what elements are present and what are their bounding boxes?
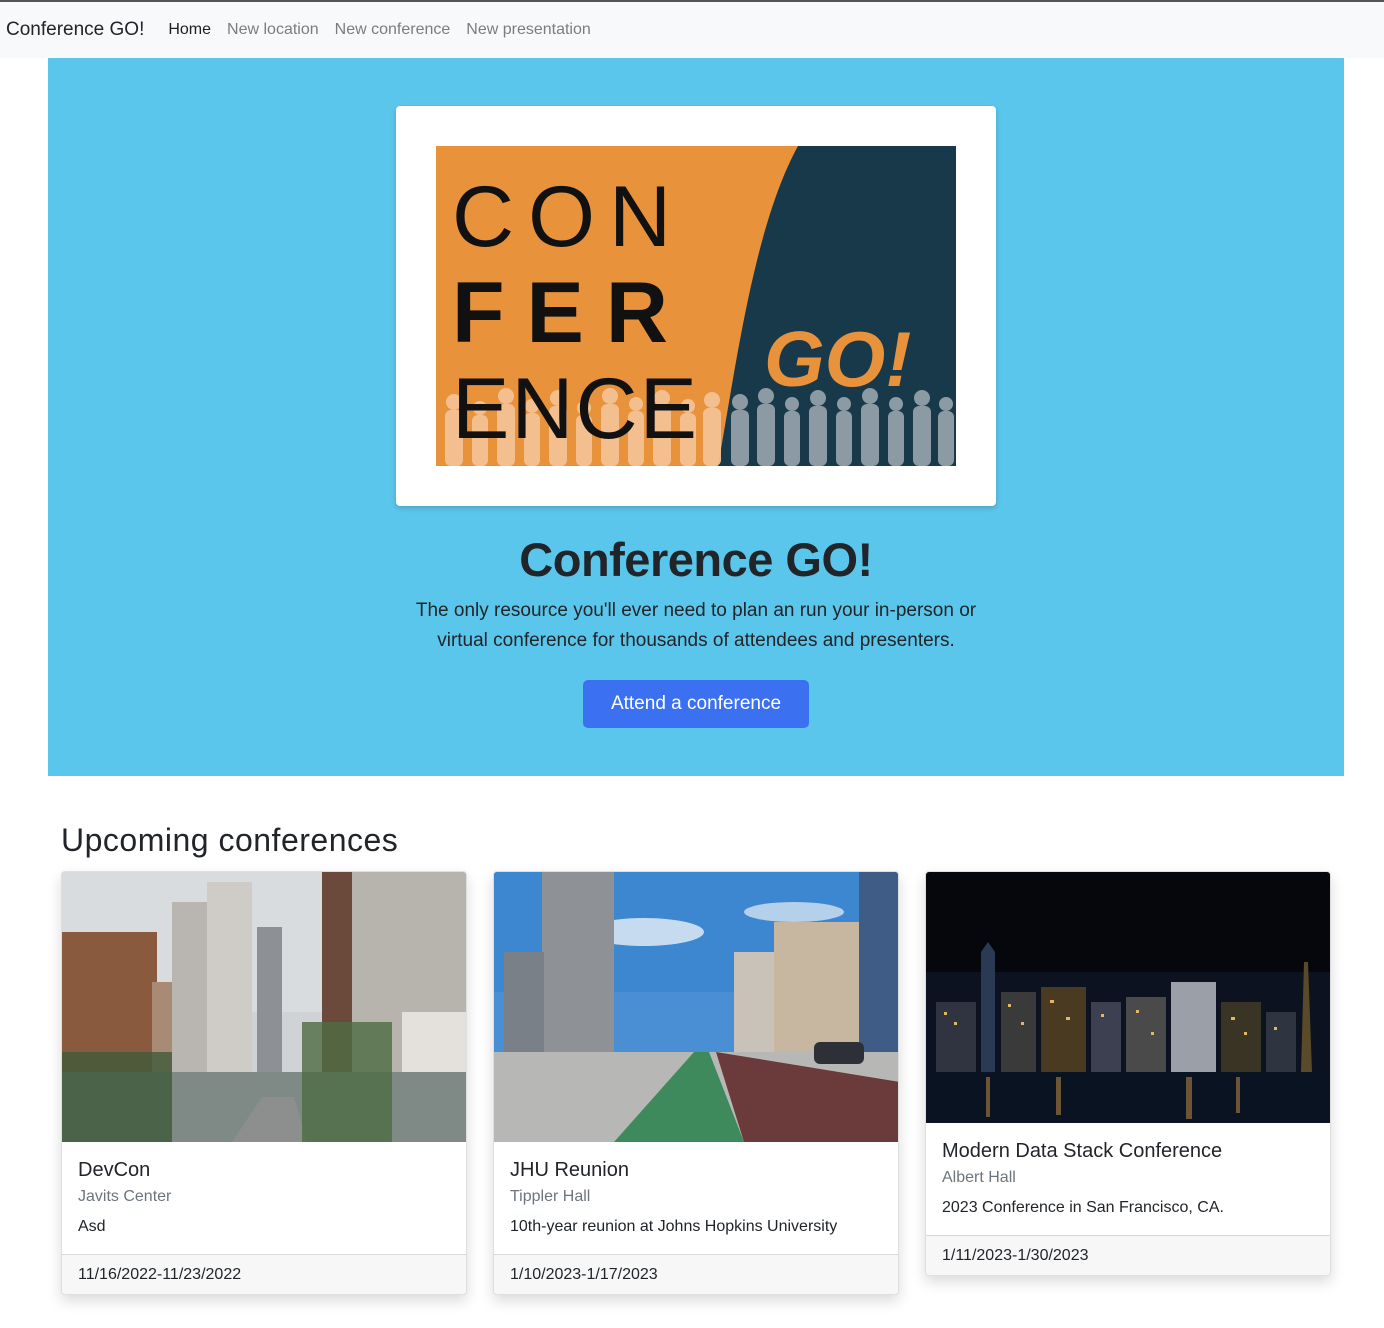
conference-name: DevCon	[78, 1159, 151, 1181]
conference-description: Asd	[78, 1218, 106, 1235]
conference-dates: 1/10/2023-1/17/2023	[494, 1254, 898, 1294]
nav-link-new-conference[interactable]: New conference	[335, 21, 451, 39]
logo-text-con: CON	[452, 169, 685, 265]
conference-card[interactable]: DevCon Javits Center Asd 11/16/2022-11/2…	[61, 871, 467, 1295]
nav-link-new-presentation[interactable]: New presentation	[466, 21, 591, 39]
nav-link-home[interactable]: Home	[168, 21, 211, 39]
conference-name: JHU Reunion	[510, 1159, 629, 1181]
conference-card[interactable]: Modern Data Stack Conference Albert Hall…	[925, 871, 1331, 1276]
conference-location: Tippler Hall	[510, 1188, 591, 1205]
hero-lead-text: The only resource you'll ever need to pl…	[415, 600, 977, 651]
conference-description: 10th-year reunion at Johns Hopkins Unive…	[510, 1218, 838, 1235]
conference-dates: 11/16/2022-11/23/2022	[62, 1254, 466, 1294]
logo-card: CON FER ENCE GO!	[396, 106, 996, 506]
conference-image-city-street	[62, 872, 466, 1142]
conference-image-harbor-walk	[494, 872, 898, 1142]
conference-card[interactable]: JHU Reunion Tippler Hall 10th-year reuni…	[493, 871, 899, 1295]
logo-text-ence: ENCE	[452, 361, 699, 457]
logo-text-go: GO!	[764, 315, 911, 403]
hero-banner: CON FER ENCE GO! Conference GO! The only…	[48, 58, 1344, 776]
attend-conference-button[interactable]: Attend a conference	[583, 680, 809, 728]
hero-title: Conference GO!	[519, 533, 873, 586]
conference-name: Modern Data Stack Conference	[942, 1140, 1223, 1162]
conference-dates: 1/11/2023-1/30/2023	[926, 1235, 1330, 1275]
nav-link-new-location[interactable]: New location	[227, 21, 319, 39]
navbar: Conference GO! Home New location New con…	[0, 2, 1384, 58]
conference-location: Albert Hall	[942, 1169, 1016, 1186]
conference-go-logo: CON FER ENCE GO!	[436, 146, 956, 466]
section-title-upcoming: Upcoming conferences	[61, 822, 399, 858]
navbar-brand[interactable]: Conference GO!	[6, 19, 144, 41]
conference-description: 2023 Conference in San Francisco, CA.	[942, 1199, 1224, 1216]
conference-location: Javits Center	[78, 1188, 172, 1205]
logo-text-fer: FER	[452, 265, 690, 361]
conference-image-night-skyline	[926, 872, 1330, 1123]
